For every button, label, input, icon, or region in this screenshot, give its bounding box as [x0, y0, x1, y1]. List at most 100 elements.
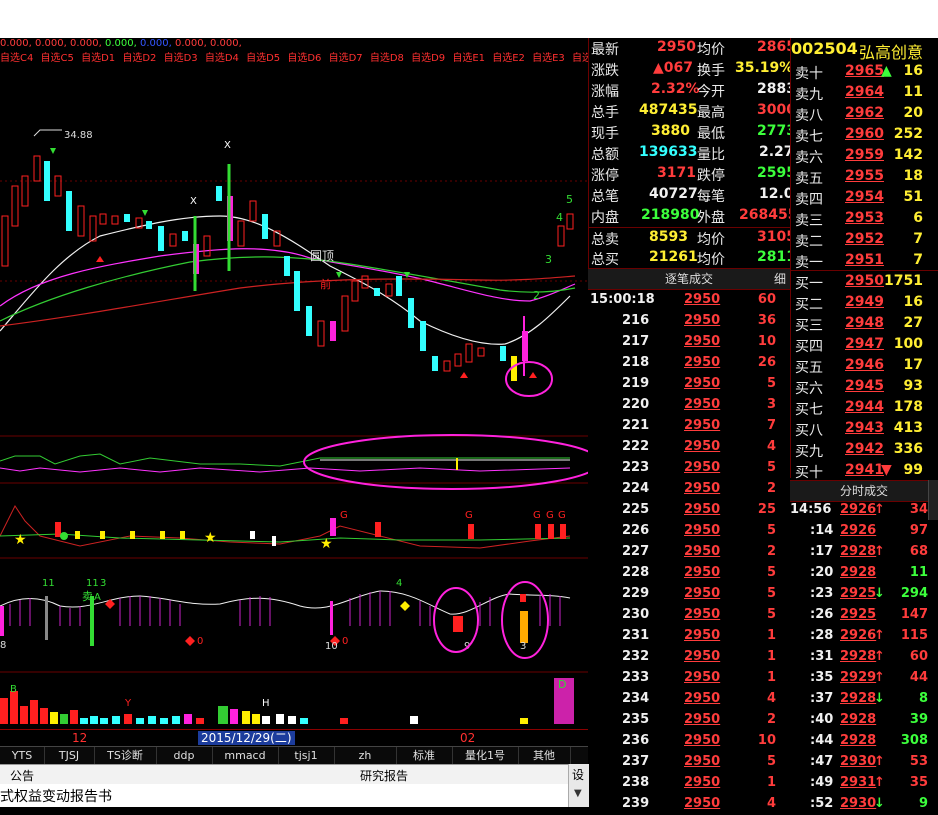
order-book-panel: 002504 弘高创意 卖十 2965 ▲ 16 卖九 2964 11 卖八 2962 20 … — [790, 38, 938, 481]
trade-time: 236 — [622, 733, 650, 748]
ask-row[interactable]: 卖七 2960 252 — [791, 124, 938, 145]
bid-volume: 99 — [903, 462, 923, 478]
trade-list: 15:00:18 2950 60 216 2950 36 217 2950 10 218 29… — [588, 290, 790, 811]
tab-watchlist[interactable]: 自选C5 — [41, 53, 74, 64]
kline-chart[interactable]: 34.88 X X 圆顶 前 3 4 5 2 G G G G G ★ ★ ★ 1… — [0, 66, 588, 729]
bid-label: 买十 — [795, 465, 823, 481]
tab-watchlist[interactable]: 自选E4 — [572, 53, 588, 64]
bid-row[interactable]: 买九 2942 336 — [791, 439, 938, 460]
trade-price: 2950 — [684, 733, 721, 748]
ask-row[interactable]: 卖十 2965 ▲ 16 — [791, 61, 938, 82]
tick-time: :14 — [810, 523, 834, 538]
indicator-button-row: YTS TJSJ TS诊断 ddp mmacd tjsj1 zh 标准 量化1号… — [0, 746, 588, 765]
bid-row[interactable]: 买七 2944 178 — [791, 397, 938, 418]
ask-row[interactable]: 卖三 2953 6 — [791, 208, 938, 229]
tab-watchlist[interactable]: 自选D8 — [370, 53, 404, 64]
tick-price: 2925 — [840, 607, 877, 622]
bid-row[interactable]: 买十 2941 ▼ 99 — [791, 460, 938, 481]
bid-row[interactable]: 买二 2949 16 — [791, 292, 938, 313]
ask-row[interactable]: 卖五 2955 18 — [791, 166, 938, 187]
ask-row[interactable]: 卖八 2962 20 — [791, 103, 938, 124]
indicator-button[interactable]: 其他 — [518, 747, 571, 765]
tab-notice[interactable]: 公告 — [10, 767, 34, 784]
bid-label: 买六 — [795, 381, 823, 397]
tab-watchlist[interactable]: 自选D6 — [287, 53, 321, 64]
tick-scrollbar[interactable] — [928, 480, 938, 520]
tick-price: 2931 — [840, 775, 877, 790]
tab-watchlist[interactable]: 自选D5 — [246, 53, 280, 64]
tick-time: :47 — [810, 754, 834, 769]
tick-time: :35 — [810, 670, 834, 685]
a-label: A — [94, 592, 101, 603]
ask-row[interactable]: 卖一 2951 7 — [791, 250, 938, 271]
stock-header: 002504 弘高创意 — [791, 38, 938, 62]
trade-time: 226 — [622, 523, 650, 538]
trade-row: 235 2950 2 — [588, 710, 790, 731]
ask-volume: 51 — [903, 189, 923, 205]
bid-row[interactable]: 买五 2946 17 — [791, 355, 938, 376]
tab-watchlist[interactable]: 自选E3 — [532, 53, 565, 64]
trade-volume: 10 — [757, 334, 776, 349]
indicator-button[interactable]: zh — [334, 747, 397, 765]
indicator-button[interactable]: YTS — [0, 747, 45, 765]
ask-row[interactable]: 卖九 2964 11 — [791, 82, 938, 103]
indicator-button[interactable]: ddp — [156, 747, 213, 765]
quote-label: 总笔 — [591, 189, 619, 205]
tab-watchlist[interactable]: 自选E1 — [452, 53, 485, 64]
trade-row: 239 2950 4 — [588, 794, 790, 815]
ask-volume: 142 — [893, 147, 923, 163]
ask-volume: 16 — [903, 63, 923, 79]
bid-row[interactable]: 买三 2948 27 — [791, 313, 938, 334]
indicator-button[interactable]: 量化1号 — [452, 747, 519, 765]
ask-volume: 252 — [893, 126, 923, 142]
ask-row[interactable]: 卖四 2954 51 — [791, 187, 938, 208]
tick-time: :44 — [810, 733, 834, 748]
tick-arrow-icon: ↓ — [874, 796, 885, 811]
tick-time: :49 — [810, 775, 834, 790]
trade-volume: 36 — [757, 313, 776, 328]
tab-research-report[interactable]: 研究报告 — [360, 767, 408, 784]
indicator-button[interactable]: TS诊断 — [94, 747, 157, 765]
trade-price: 2950 — [684, 502, 721, 517]
tab-watchlist[interactable]: 自选C4 — [0, 53, 33, 64]
tab-watchlist[interactable]: 自选D3 — [164, 53, 198, 64]
trade-row: 220 2950 3 — [588, 395, 790, 416]
indicator-button[interactable]: 标准 — [396, 747, 453, 765]
indicator-button[interactable]: tjsj1 — [278, 747, 335, 765]
bid-price: 2948 — [845, 315, 884, 331]
notice-item[interactable]: 式权益变动报告书 — [0, 786, 112, 806]
wave-label: 2 — [533, 289, 540, 302]
tick-price: 2928 — [840, 712, 877, 727]
ask-volume: 6 — [913, 210, 923, 226]
trade-price: 2950 — [684, 334, 721, 349]
tab-watchlist[interactable]: 自选D2 — [122, 53, 156, 64]
trades-detail-button[interactable]: 细 — [774, 269, 786, 289]
tab-watchlist[interactable]: 自选D1 — [81, 53, 115, 64]
quote-value: 218980 — [641, 207, 700, 223]
trade-price: 2950 — [684, 586, 721, 601]
ask-row[interactable]: 卖二 2952 7 — [791, 229, 938, 250]
tab-watchlist[interactable]: 自选D9 — [411, 53, 445, 64]
indicator-button[interactable]: TJSJ — [44, 747, 95, 765]
bid-volume: 17 — [903, 357, 923, 373]
tab-watchlist[interactable]: 自选D7 — [329, 53, 363, 64]
volume-label: H — [262, 698, 270, 709]
down-arrow-icon: ▼ — [881, 462, 892, 478]
wave-label: 3 — [100, 578, 106, 589]
ask-row[interactable]: 卖六 2959 142 — [791, 145, 938, 166]
tick-row: :49 2931 ↑ 35 — [790, 773, 938, 794]
indicator-values-red: 0.000, 0.000, 0.000, — [0, 38, 105, 49]
tab-watchlist[interactable]: 自选D4 — [205, 53, 239, 64]
settings-button[interactable]: 设 — [572, 766, 584, 783]
bid-row[interactable]: 买六 2945 93 — [791, 376, 938, 397]
indicator-button[interactable]: mmacd — [212, 747, 279, 765]
trade-row: 216 2950 36 — [588, 311, 790, 332]
bid-row[interactable]: 买一 2950 1751 — [791, 271, 938, 292]
bid-row[interactable]: 买八 2943 413 — [791, 418, 938, 439]
tab-watchlist[interactable]: 自选E2 — [492, 53, 525, 64]
scroll-down-icon[interactable]: ▼ — [574, 788, 582, 799]
panel-scrollbar[interactable]: 设 ▼ — [568, 764, 589, 807]
bid-row[interactable]: 买四 2947 100 — [791, 334, 938, 355]
indicator-values-red2: 0.000, 0.000, — [174, 38, 242, 49]
signal-label: G — [465, 510, 473, 521]
